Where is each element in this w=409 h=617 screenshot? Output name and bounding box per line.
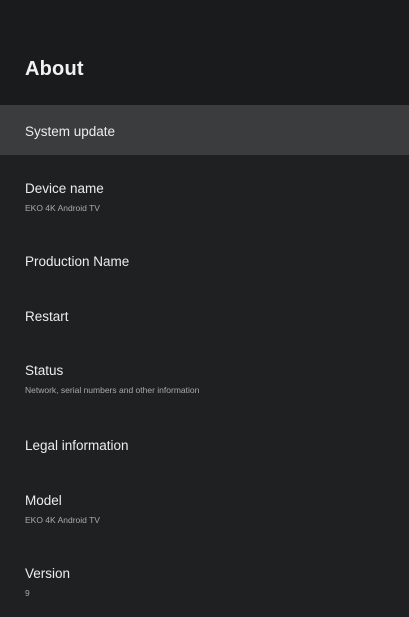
menu-item-status[interactable]: Status Network, serial numbers and other… bbox=[0, 341, 409, 415]
item-title: Model bbox=[25, 493, 62, 508]
item-title: Production Name bbox=[25, 254, 130, 269]
menu-item-legal-information[interactable]: Legal information bbox=[0, 415, 409, 471]
item-subtitle: 9 bbox=[25, 588, 30, 598]
item-title: Status bbox=[25, 363, 64, 378]
item-title: Restart bbox=[25, 309, 69, 324]
menu-item-system-update[interactable]: System update bbox=[0, 105, 409, 155]
menu-item-model[interactable]: Model EKO 4K Android TV bbox=[0, 471, 409, 544]
item-title: System update bbox=[25, 124, 116, 139]
item-title: Device name bbox=[25, 181, 104, 196]
page-title: About bbox=[25, 58, 84, 80]
item-subtitle: EKO 4K Android TV bbox=[25, 203, 100, 213]
menu-item-version[interactable]: Version 9 bbox=[0, 544, 409, 617]
item-subtitle: Network, serial numbers and other inform… bbox=[25, 385, 200, 395]
menu-item-production-name[interactable]: Production Name bbox=[0, 228, 409, 286]
menu-item-restart[interactable]: Restart bbox=[0, 286, 409, 341]
menu-item-device-name[interactable]: Device name EKO 4K Android TV bbox=[0, 155, 409, 228]
item-title: Legal information bbox=[25, 438, 129, 453]
item-title: Version bbox=[25, 566, 71, 581]
settings-screen: About System update Device name EKO 4K A… bbox=[0, 0, 409, 617]
header: About bbox=[0, 0, 409, 105]
item-subtitle: EKO 4K Android TV bbox=[25, 515, 100, 525]
